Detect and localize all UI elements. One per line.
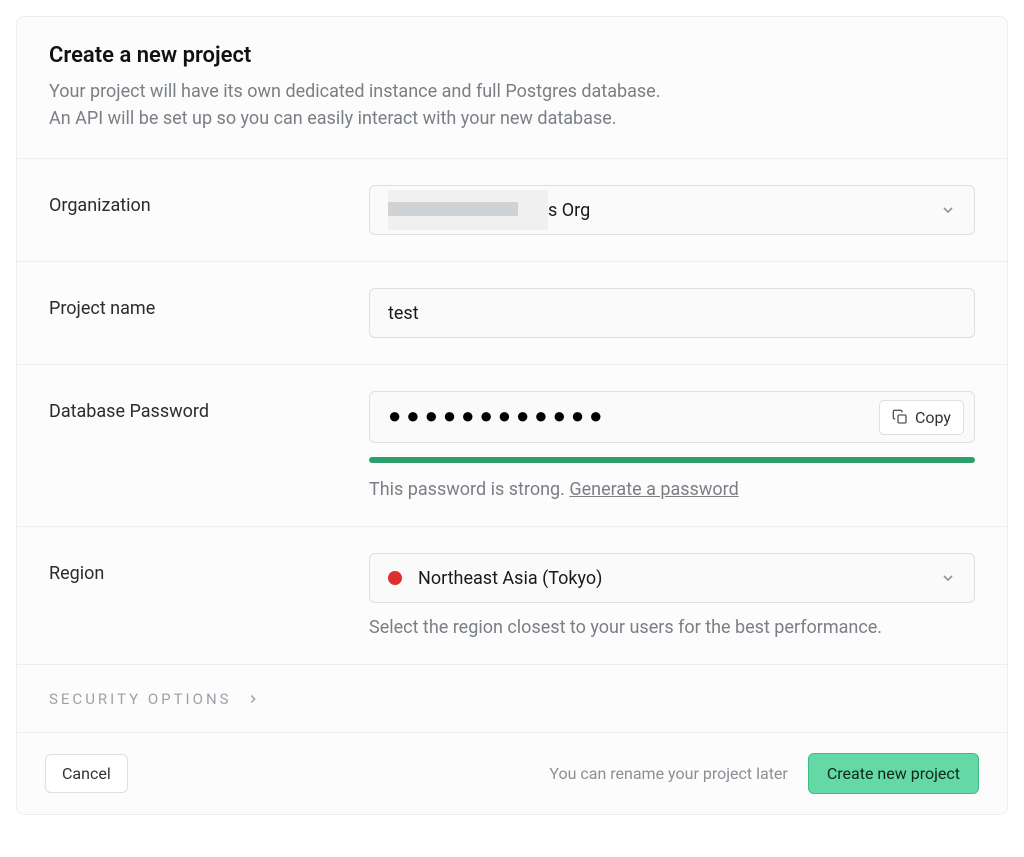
panel-footer: Cancel You can rename your project later… [17, 732, 1007, 814]
copy-password-button[interactable]: Copy [879, 400, 964, 435]
organization-redacted [388, 190, 548, 230]
region-section: Region Northeast Asia (Tokyo) Select the… [17, 526, 1007, 664]
organization-section: Organization s Org [17, 158, 1007, 261]
password-strength-bar [369, 457, 975, 463]
generate-password-link[interactable]: Generate a password [569, 479, 738, 500]
region-hint: Select the region closest to your users … [369, 617, 975, 638]
password-strength-text: This password is strong. [369, 479, 565, 500]
organization-select[interactable]: s Org [369, 185, 975, 235]
security-section: SECURITY OPTIONS [17, 664, 1007, 732]
copy-button-label: Copy [915, 408, 951, 427]
region-label: Region [49, 553, 369, 584]
project-name-section: Project name [17, 261, 1007, 364]
password-section: Database Password ●●●●●●●●●●●● Copy This… [17, 364, 1007, 526]
project-name-label: Project name [49, 288, 369, 319]
project-name-input[interactable] [388, 303, 956, 324]
footer-hint: You can rename your project later [549, 764, 787, 783]
region-flag-icon [388, 571, 402, 585]
security-options-toggle[interactable]: SECURITY OPTIONS [49, 690, 260, 708]
organization-label: Organization [49, 185, 369, 216]
organization-value-suffix: s Org [548, 200, 590, 221]
page-subtitle-1: Your project will have its own dedicated… [49, 78, 975, 105]
password-input[interactable]: ●●●●●●●●●●●● [388, 406, 869, 428]
chevron-down-icon [940, 570, 956, 586]
panel-header: Create a new project Your project will h… [17, 17, 1007, 158]
project-name-input-wrapper [369, 288, 975, 338]
chevron-right-icon [246, 692, 260, 706]
security-options-label: SECURITY OPTIONS [49, 690, 232, 708]
page-subtitle-2: An API will be set up so you can easily … [49, 105, 975, 132]
create-project-panel: Create a new project Your project will h… [16, 16, 1008, 815]
password-input-wrapper: ●●●●●●●●●●●● Copy [369, 391, 975, 443]
page-title: Create a new project [49, 43, 975, 68]
chevron-down-icon [940, 202, 956, 218]
password-hint: This password is strong. Generate a pass… [369, 479, 975, 500]
region-select[interactable]: Northeast Asia (Tokyo) [369, 553, 975, 603]
cancel-button[interactable]: Cancel [45, 754, 128, 793]
copy-icon [892, 409, 908, 425]
password-label: Database Password [49, 391, 369, 422]
region-selected-value: Northeast Asia (Tokyo) [418, 568, 602, 589]
create-project-button[interactable]: Create new project [808, 753, 979, 794]
